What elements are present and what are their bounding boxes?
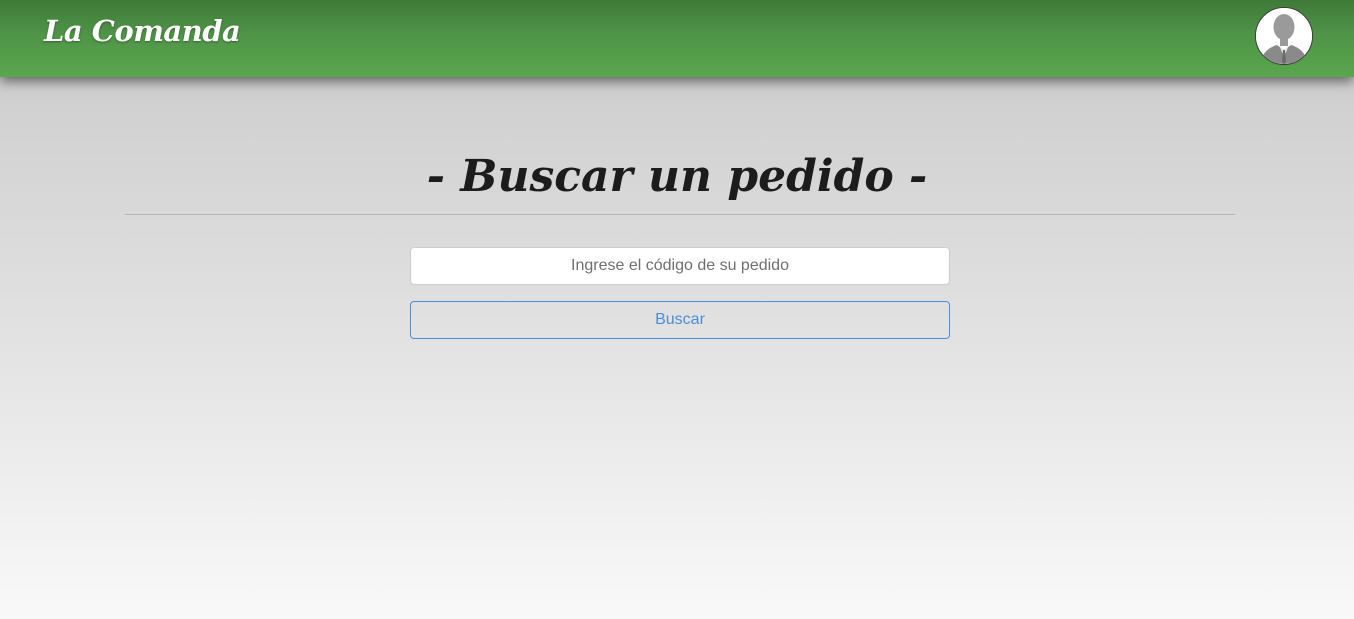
page-title: - Buscar un pedido - [426, 151, 928, 203]
brand-logo[interactable]: La Comanda [44, 14, 241, 48]
person-silhouette-icon [1256, 8, 1312, 64]
search-button[interactable]: Buscar [410, 301, 950, 339]
order-code-input[interactable] [410, 247, 950, 285]
top-navbar: La Comanda [0, 0, 1354, 77]
title-divider [125, 214, 1235, 215]
user-avatar-icon[interactable] [1255, 7, 1313, 65]
